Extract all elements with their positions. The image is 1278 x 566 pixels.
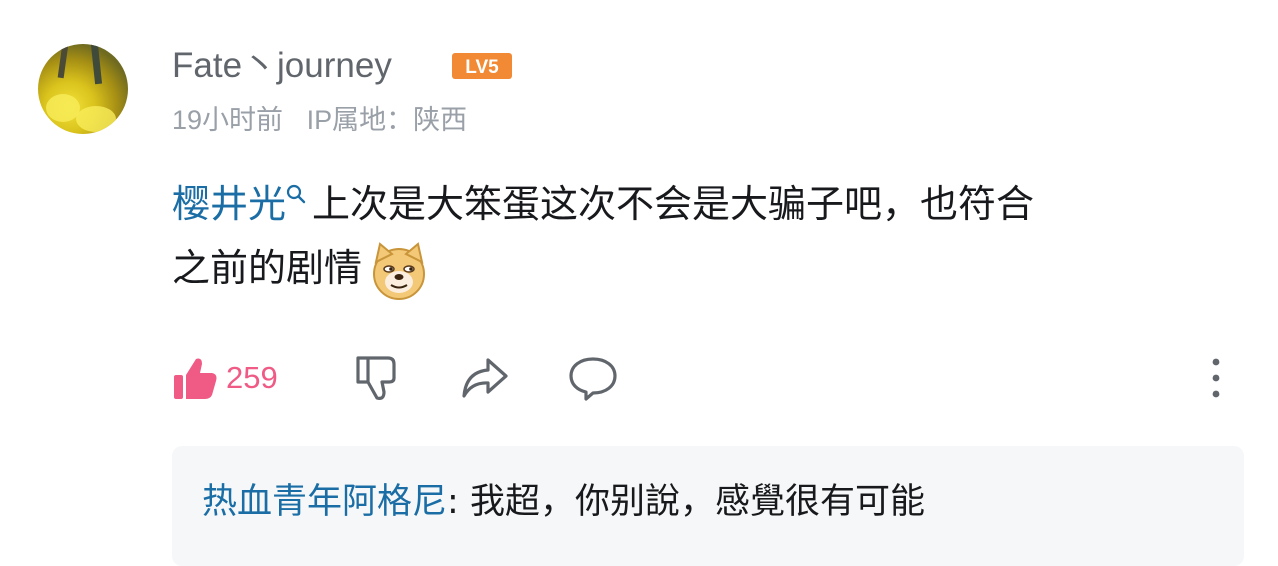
thumbs-down-icon <box>356 356 396 400</box>
doge-emoji-icon <box>373 241 426 300</box>
reply-item: 热血青年阿格尼: 我超，你别說，感覺很有可能 <box>202 478 925 526</box>
more-button[interactable] <box>1208 352 1224 404</box>
comment-text-line1: 上次是大笨蛋这次不会是大骗子吧，也符合 <box>312 182 1035 226</box>
reply-button[interactable] <box>568 352 618 404</box>
comment-icon <box>569 357 617 401</box>
reply-text: 我超，你别說，感覺很有可能 <box>469 482 925 522</box>
thumbs-up-icon <box>174 358 217 399</box>
share-button[interactable] <box>460 352 510 404</box>
level-badge-text: LV5 <box>465 57 499 78</box>
comment-text-line2: 之前的剧情 <box>172 246 363 290</box>
avatar-flower-shape <box>46 94 80 122</box>
avatar-flower-shape <box>76 106 116 132</box>
mention-link[interactable]: 樱井光 <box>172 182 312 226</box>
username[interactable]: Fate丶journey <box>172 44 392 88</box>
like-count: 259 <box>226 360 278 395</box>
avatar-tree-shape <box>90 44 103 85</box>
comment-actions: 259 <box>172 352 1242 412</box>
reply-preview[interactable]: 热血青年阿格尼: 我超，你别說，感覺很有可能 <box>172 446 1244 566</box>
dislike-button[interactable] <box>352 352 400 404</box>
avatar[interactable] <box>38 44 128 134</box>
ip-location: IP属地：陕西 <box>306 105 468 135</box>
reply-username[interactable]: 热血青年阿格尼 <box>202 482 447 522</box>
more-vertical-icon <box>1212 358 1220 398</box>
level-badge: LV5 <box>452 53 512 79</box>
search-icon <box>286 184 306 204</box>
reply-separator: : <box>447 482 470 522</box>
share-icon <box>462 358 508 398</box>
comment-text: 樱井光 上次是大笨蛋这次不会是大骗子吧，也符合 之前的剧情 <box>172 172 1242 300</box>
avatar-tree-shape <box>57 44 69 79</box>
comment-meta: 19小时前 IP属地：陕西 <box>172 102 483 138</box>
comment-time: 19小时前 <box>172 105 284 135</box>
like-button[interactable]: 259 <box>172 352 278 404</box>
mention-name[interactable]: 樱井光 <box>172 182 286 226</box>
